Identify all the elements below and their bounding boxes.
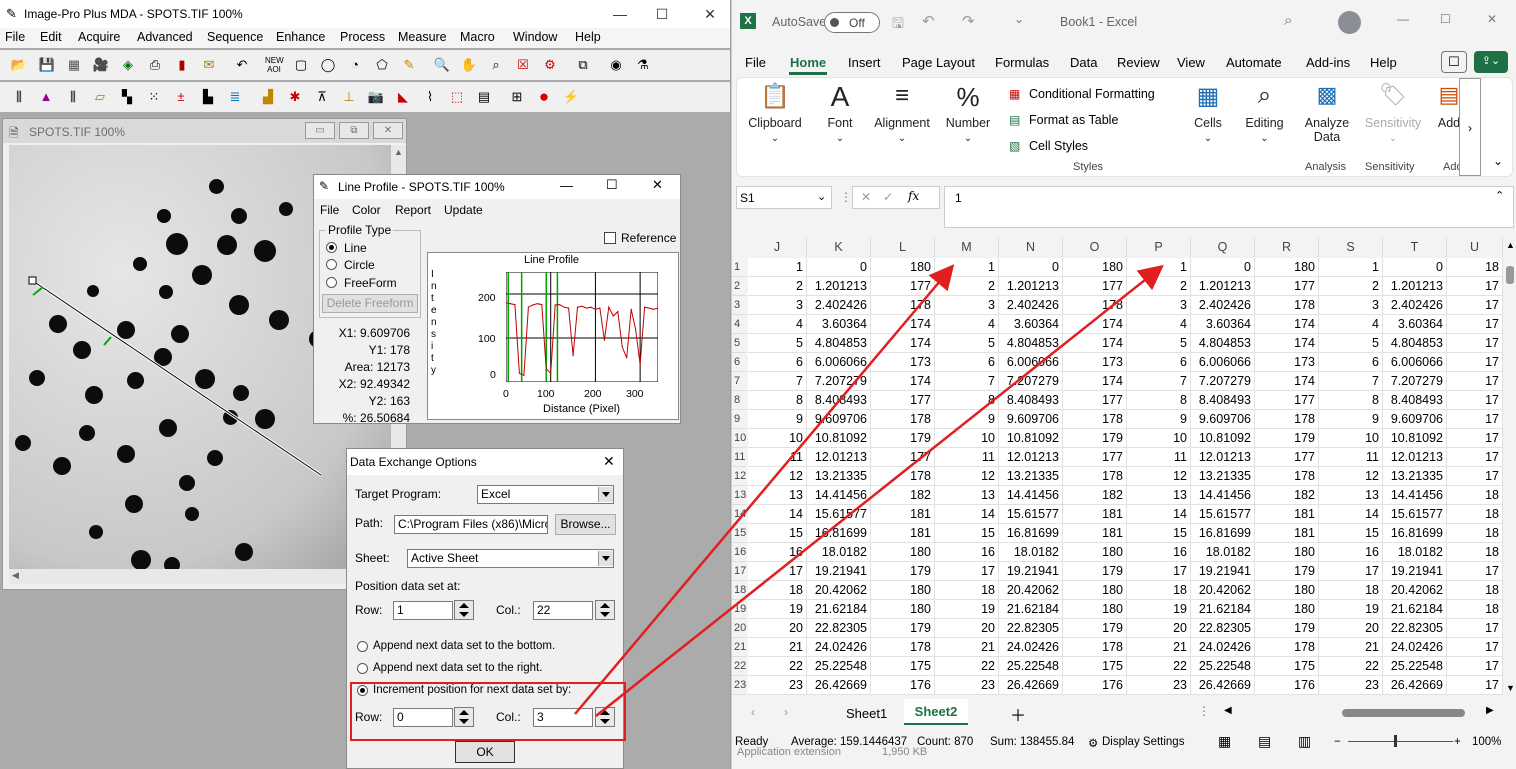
arrow-to-column-p [595, 264, 1164, 717]
annotation-arrows [574, 264, 1164, 717]
arrow-to-column-m [574, 264, 955, 715]
